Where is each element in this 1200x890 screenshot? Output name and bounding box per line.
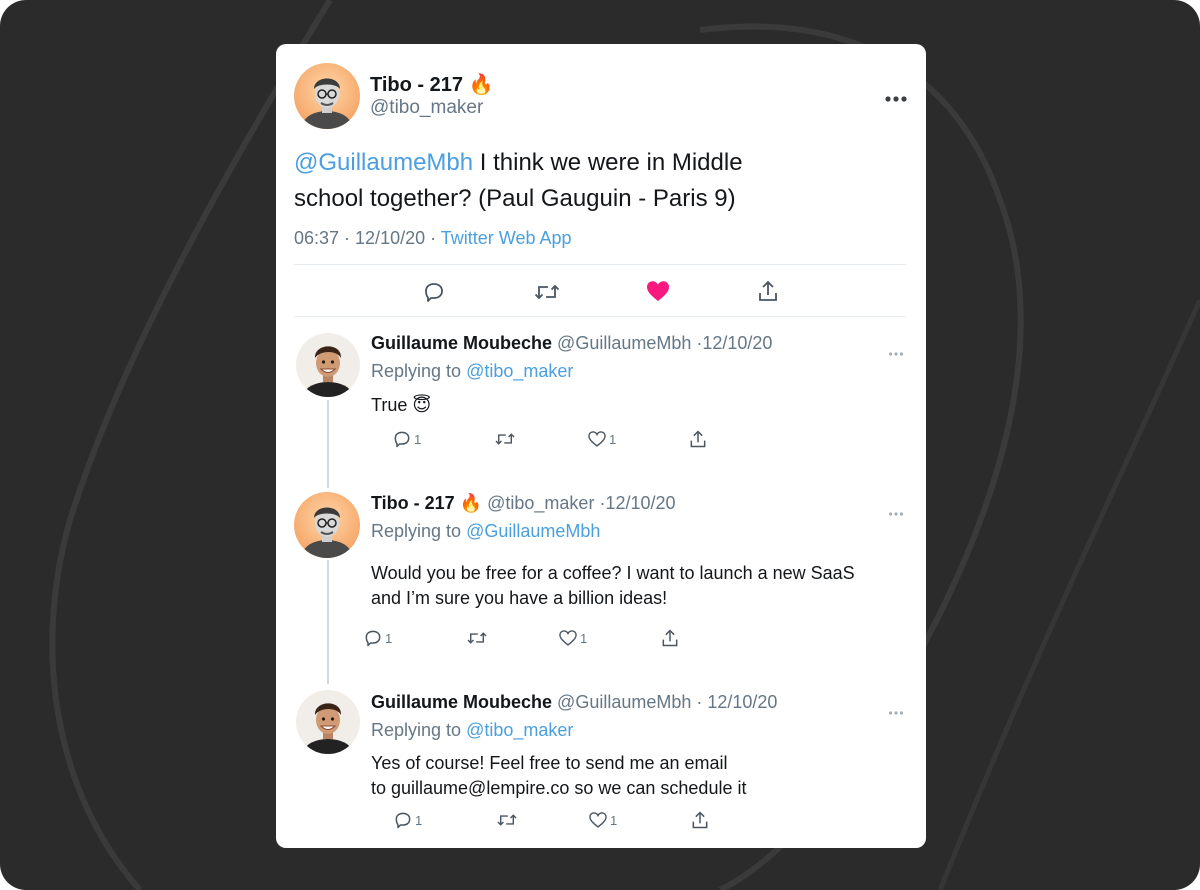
reply-2-replying-to: Replying to @GuillaumeMbh (371, 521, 601, 541)
reply-1-replying-to: Replying to @tibo_maker (371, 361, 574, 381)
replying-to-link[interactable]: @tibo_maker (466, 361, 573, 381)
reply-3-text: Yes of course! Feel free to send me an e… (371, 753, 747, 798)
main-tweet-text-line-2: school together? (Paul Gauguin - Paris 9… (294, 185, 736, 212)
like-icon (589, 812, 607, 828)
reply-icon (395, 812, 411, 829)
main-tweet-text: @GuillaumeMbh I think we were in Middle … (294, 145, 894, 217)
reply-icon (365, 630, 381, 647)
avatar-tibo[interactable] (294, 492, 360, 558)
reply-3-like-count: 1 (610, 812, 618, 828)
person-face-icon (303, 78, 351, 129)
avatar-guillaume[interactable] (296, 690, 360, 754)
retweet-icon (467, 632, 487, 644)
mention-link[interactable]: @GuillaumeMbh (294, 149, 473, 176)
reply-2-share-button[interactable] (660, 628, 680, 648)
reply-2-header: Tibo - 217 🔥 @tibo_maker ·12/10/20 (371, 493, 676, 514)
screenshot-background: Tibo - 217 🔥 @tibo_maker @GuillaumeMbh I… (0, 0, 1200, 890)
like-icon (559, 630, 577, 646)
person-face-icon (304, 346, 352, 397)
reply-1-handle-date[interactable]: @GuillaumeMbh ·12/10/20 (557, 333, 772, 353)
reply-3-like-button[interactable]: 1 (588, 810, 617, 830)
main-tweet-handle[interactable]: @tibo_maker (370, 97, 483, 119)
main-tweet-source[interactable]: Twitter Web App (441, 228, 572, 248)
reply-1-share-button[interactable] (688, 429, 708, 449)
reply-2-text: Would you be free for a coffee? I want t… (371, 563, 855, 608)
reply-2-reply-button[interactable]: 1 (363, 628, 392, 648)
replying-to-link[interactable]: @GuillaumeMbh (466, 521, 600, 541)
person-face-icon (304, 703, 352, 754)
thread-connector-line (327, 400, 329, 488)
replying-to-link[interactable]: @tibo_maker (466, 720, 573, 740)
reply-2-handle-date[interactable]: @tibo_maker ·12/10/20 (487, 493, 675, 513)
reply-1-like-count: 1 (609, 431, 617, 447)
main-tweet-display-name[interactable]: Tibo - 217 🔥 (370, 72, 493, 97)
main-like-button[interactable] (645, 279, 671, 303)
reply-1-more-icon[interactable] (888, 344, 904, 362)
reply-3-reply-count: 1 (415, 812, 423, 828)
reply-2-reply-count: 1 (385, 630, 393, 646)
reply-1-text: True 😇 (371, 395, 432, 415)
reply-3-share-button[interactable] (690, 810, 710, 830)
retweet-icon (534, 284, 560, 300)
avatar-guillaume[interactable] (296, 333, 360, 397)
reply-2-display-name[interactable]: Tibo - 217 🔥 (371, 493, 482, 513)
reply-1-reply-count: 1 (414, 431, 422, 447)
share-icon (690, 430, 706, 448)
main-tweet-timestamp[interactable]: 06:37 · 12/10/20 · (294, 228, 441, 248)
reply-icon (394, 431, 410, 448)
share-icon (692, 811, 708, 829)
more-options-icon[interactable] (884, 91, 908, 102)
reply-1-like-button[interactable]: 1 (587, 429, 616, 449)
share-icon (759, 280, 777, 301)
reply-3-reply-button[interactable]: 1 (393, 810, 422, 830)
reply-1-display-name[interactable]: Guillaume Moubeche (371, 333, 552, 353)
retweet-icon (497, 814, 517, 826)
like-icon-filled (647, 281, 669, 301)
avatar-tibo[interactable] (294, 63, 360, 129)
retweet-icon (495, 433, 515, 445)
reply-1-header: Guillaume Moubeche @GuillaumeMbh ·12/10/… (371, 333, 772, 354)
reply-3-replying-to: Replying to @tibo_maker (371, 720, 574, 740)
main-retweet-button[interactable] (533, 280, 561, 304)
person-face-icon (303, 507, 351, 558)
reply-icon (425, 283, 443, 302)
reply-3-more-icon[interactable] (888, 703, 904, 721)
divider-bottom (294, 316, 906, 317)
reply-3-header: Guillaume Moubeche @GuillaumeMbh · 12/10… (371, 692, 777, 713)
share-icon (662, 629, 678, 647)
main-tweet-text-line-1: @GuillaumeMbh I think we were in Middle (294, 149, 743, 176)
reply-3-display-name[interactable]: Guillaume Moubeche (371, 692, 552, 712)
reply-2-like-count: 1 (580, 630, 588, 646)
reply-2-like-button[interactable]: 1 (558, 628, 587, 648)
reply-2-retweet-button[interactable] (466, 628, 488, 648)
like-icon (588, 431, 606, 447)
reply-3-retweet-button[interactable] (496, 810, 518, 830)
main-share-button[interactable] (756, 279, 780, 303)
reply-3-handle-date[interactable]: @GuillaumeMbh · 12/10/20 (557, 692, 777, 712)
tweet-thread-card: Tibo - 217 🔥 @tibo_maker @GuillaumeMbh I… (276, 44, 926, 848)
reply-1-reply-button[interactable]: 1 (392, 429, 421, 449)
reply-1-retweet-button[interactable] (494, 429, 516, 449)
divider-top (294, 264, 906, 265)
main-tweet-meta: 06:37 · 12/10/20 · Twitter Web App (294, 228, 572, 249)
reply-2-more-icon[interactable] (888, 504, 904, 522)
thread-connector-line (327, 560, 329, 684)
main-reply-button[interactable] (422, 280, 446, 304)
